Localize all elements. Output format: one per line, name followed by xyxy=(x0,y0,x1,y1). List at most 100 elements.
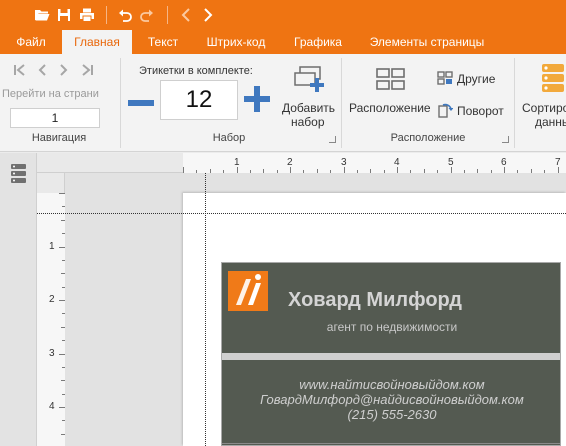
ruler-number: 4 xyxy=(394,157,400,168)
sort-data-label-line1[interactable]: Сортиро xyxy=(522,101,566,115)
ruler-tick xyxy=(357,170,358,173)
card-name-text: Ховард Милфорд xyxy=(288,289,462,311)
last-page-icon[interactable] xyxy=(79,62,95,78)
toolbar-separator xyxy=(106,6,107,24)
ruler-tick xyxy=(62,260,65,261)
ruler-tick xyxy=(196,170,197,173)
card-phone-text: (215) 555-2630 xyxy=(347,407,437,422)
ruler-number: 4 xyxy=(49,401,55,412)
goto-page-label: Перейти на страни xyxy=(2,88,99,100)
layout-grid-icon[interactable] xyxy=(376,67,406,91)
card-divider-band xyxy=(222,353,560,360)
ruler-tick xyxy=(61,273,65,274)
app-window: Файл Главная Текст Штрих-код Графика Эле… xyxy=(0,0,566,446)
ruler-tick xyxy=(62,340,65,341)
label-sheets-icon[interactable] xyxy=(10,163,28,185)
ruler-tick xyxy=(61,220,65,221)
card-role-text: агент по недвижимости xyxy=(326,320,458,334)
ruler-tick xyxy=(544,170,545,173)
prev-page-icon[interactable] xyxy=(34,62,50,78)
open-folder-icon[interactable] xyxy=(32,5,52,25)
ruler-tick xyxy=(59,300,65,301)
sort-data-icon[interactable] xyxy=(541,62,566,96)
prev-icon[interactable] xyxy=(176,5,196,25)
ruler-number: 1 xyxy=(49,241,55,252)
minus-icon[interactable] xyxy=(126,88,156,118)
rotate-label[interactable]: Поворот xyxy=(457,104,504,118)
ruler-tick xyxy=(464,170,465,173)
tab-graphics[interactable]: Графика xyxy=(283,30,353,54)
ruler-tick xyxy=(491,170,492,173)
ruler-tick xyxy=(62,233,65,234)
save-icon[interactable] xyxy=(54,5,74,25)
ruler-number: 7 xyxy=(555,157,561,168)
ruler-tick xyxy=(531,169,532,173)
next-page-icon[interactable] xyxy=(56,62,72,78)
group-label-arrange: Расположение xyxy=(390,132,466,144)
ribbon: Перейти на страни 1 Навигация Этикетки в… xyxy=(0,54,566,152)
card-bottom-line xyxy=(222,443,560,444)
margin-guide-vertical xyxy=(205,173,206,446)
tab-file[interactable]: Файл xyxy=(4,30,58,54)
ruler-tick xyxy=(437,170,438,173)
sort-data-label-line2[interactable]: данны xyxy=(535,115,566,129)
ruler-tick xyxy=(303,170,304,173)
title-bar xyxy=(0,0,566,30)
first-page-icon[interactable] xyxy=(12,62,28,78)
ruler-tick xyxy=(223,170,224,173)
ruler-tick xyxy=(62,206,65,207)
ribbon-separator xyxy=(514,58,515,148)
tab-text[interactable]: Текст xyxy=(136,30,190,54)
margin-guide-horizontal xyxy=(37,213,566,214)
ribbon-separator xyxy=(341,58,342,148)
ruler-number: 6 xyxy=(501,157,507,168)
other-icon[interactable] xyxy=(437,71,453,85)
layout-label[interactable]: Расположение xyxy=(349,101,431,115)
ruler-tick xyxy=(410,170,411,173)
company-logo xyxy=(228,271,268,311)
page-number-input[interactable]: 1 xyxy=(10,108,100,128)
tab-page-elements[interactable]: Элементы страницы xyxy=(358,30,496,54)
undo-icon[interactable] xyxy=(115,5,135,25)
ruler-tick xyxy=(384,170,385,173)
ruler-number: 3 xyxy=(49,348,55,359)
ruler-number: 2 xyxy=(49,294,55,305)
ruler-tick xyxy=(59,354,65,355)
print-icon[interactable] xyxy=(77,5,97,25)
plus-icon[interactable] xyxy=(242,84,272,114)
labels-count-input[interactable]: 12 xyxy=(160,80,238,120)
ruler-tick xyxy=(62,420,65,421)
other-label[interactable]: Другие xyxy=(457,72,495,86)
ruler-tick xyxy=(263,169,264,173)
rotate-icon[interactable] xyxy=(437,102,454,118)
add-set-label-line1[interactable]: Добавить xyxy=(282,101,335,115)
ruler-number: 2 xyxy=(287,157,293,168)
tab-home[interactable]: Главная xyxy=(62,30,132,54)
set-dialog-launcher-icon[interactable] xyxy=(329,136,336,143)
ruler-number: 3 xyxy=(341,157,347,168)
card-website-text: www.найтисвойновыйдом.ком xyxy=(299,377,485,392)
tab-barcode[interactable]: Штрих-код xyxy=(194,30,278,54)
ruler-tick xyxy=(62,394,65,395)
group-label-set: Набор xyxy=(212,132,246,144)
redo-icon[interactable] xyxy=(137,5,157,25)
ruler-tick xyxy=(183,167,184,173)
ruler-tick xyxy=(62,313,65,314)
label-card[interactable]: Ховард Милфорд агент по недвижимости www… xyxy=(221,262,561,446)
add-set-icon[interactable] xyxy=(290,64,326,98)
add-set-label-line2[interactable]: набор xyxy=(291,115,325,129)
ruler-tick xyxy=(330,170,331,173)
ruler-tick xyxy=(317,169,318,173)
toolbar-separator xyxy=(167,6,168,24)
next-icon[interactable] xyxy=(198,5,218,25)
horizontal-ruler-page-area xyxy=(183,153,566,173)
labels-in-set-label: Этикетки в комплекте: xyxy=(139,65,253,77)
arrange-dialog-launcher-icon[interactable] xyxy=(502,136,509,143)
left-panel-rail xyxy=(0,153,37,446)
ruler-tick xyxy=(61,380,65,381)
ruler-tick xyxy=(424,169,425,173)
ruler-number: 1 xyxy=(234,157,240,168)
ruler-tick xyxy=(277,170,278,173)
card-email-text: ГовардМилфорд@найдисвойновыйдом.ком xyxy=(260,392,524,407)
ruler-tick xyxy=(210,169,211,173)
